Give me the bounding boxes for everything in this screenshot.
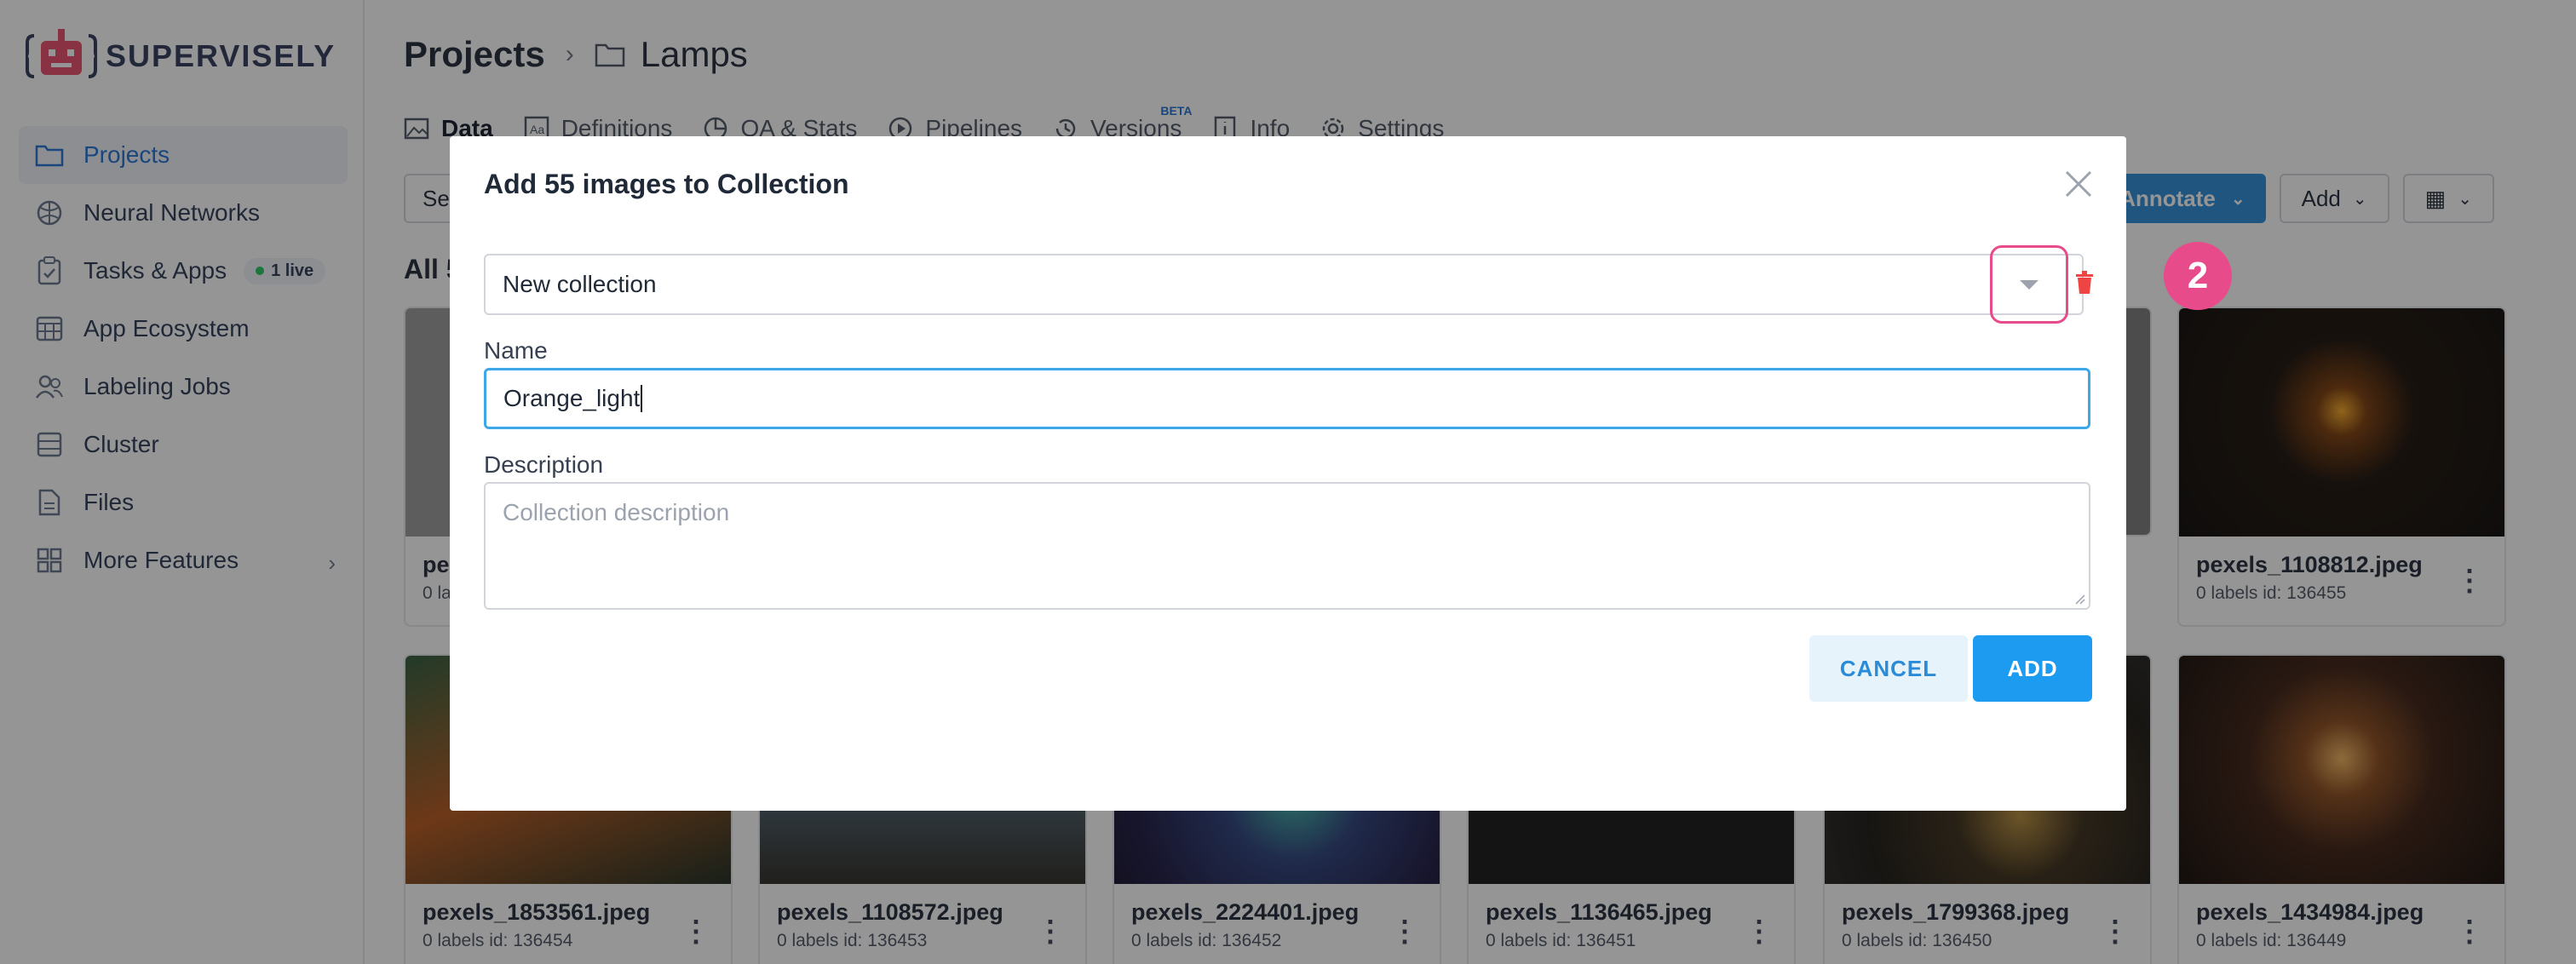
name-field-value: Orange_light: [503, 385, 641, 411]
description-field[interactable]: Collection description: [484, 482, 2090, 610]
text-cursor: [641, 385, 643, 412]
resize-grip-icon[interactable]: [2073, 593, 2085, 605]
collection-dropdown-toggle[interactable]: [1990, 245, 2068, 324]
description-placeholder: Collection description: [503, 499, 730, 525]
collection-select[interactable]: New collection: [484, 254, 2084, 315]
name-field[interactable]: Orange_light: [484, 368, 2090, 429]
close-icon[interactable]: [2061, 167, 2096, 201]
name-label: Name: [484, 337, 548, 364]
add-button[interactable]: ADD: [1973, 635, 2092, 702]
add-to-collection-dialog: Add 55 images to Collection New collecti…: [450, 136, 2126, 811]
dialog-title: Add 55 images to Collection: [484, 169, 849, 199]
cancel-button[interactable]: CANCEL: [1809, 635, 1968, 702]
caret-down-icon: [2020, 279, 2038, 290]
step-badge: 2: [2164, 242, 2232, 310]
trash-icon[interactable]: [2075, 271, 2094, 295]
collection-select-value: New collection: [503, 271, 657, 297]
description-label: Description: [484, 451, 604, 478]
